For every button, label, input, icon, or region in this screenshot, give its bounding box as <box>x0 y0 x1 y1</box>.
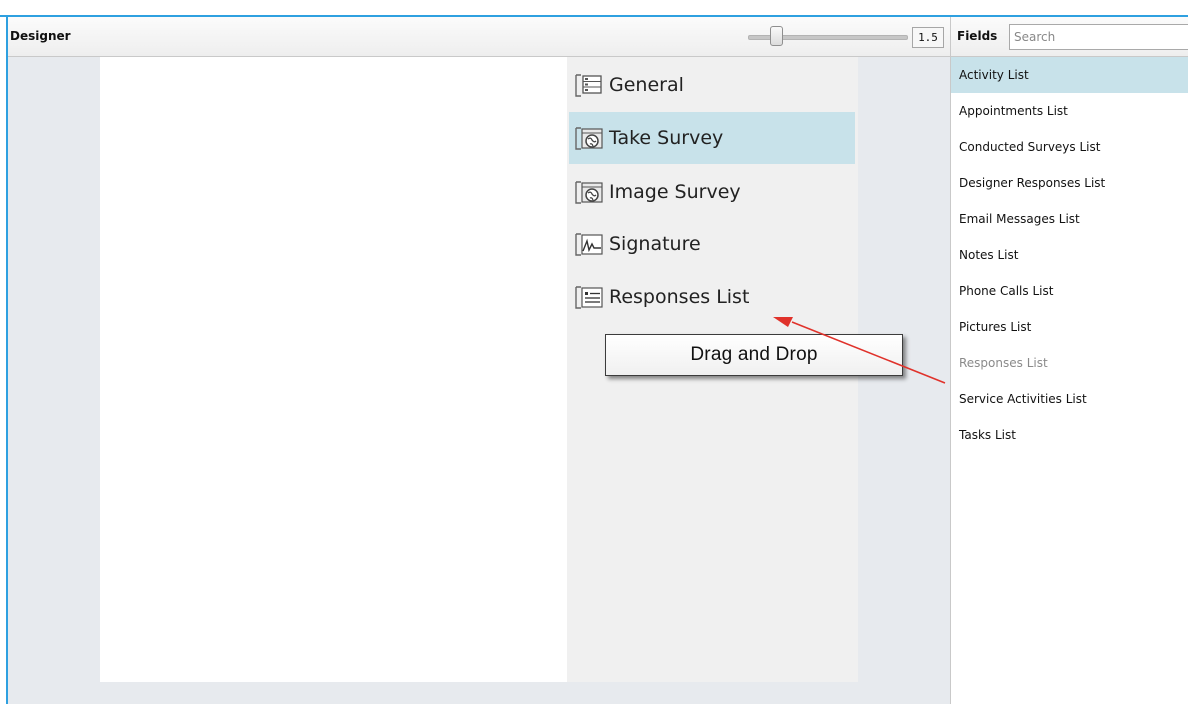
field-item-phone-calls-list[interactable]: Phone Calls List <box>951 273 1188 309</box>
fields-title: Fields <box>957 29 998 43</box>
field-item-appointments-list[interactable]: Appointments List <box>951 93 1188 129</box>
designer-header: Designer 1.5 <box>8 17 950 57</box>
form-canvas-page[interactable] <box>100 57 567 682</box>
control-label: General <box>609 74 684 96</box>
designer-title: Designer <box>10 29 71 43</box>
control-image-survey[interactable]: Image Survey <box>569 166 855 218</box>
signature-icon <box>573 231 605 257</box>
control-label: Signature <box>609 233 701 255</box>
control-responses-list[interactable]: Responses List <box>569 271 855 323</box>
designer-canvas: General Take Survey Image Survey Signatu… <box>8 57 950 704</box>
control-label: Image Survey <box>609 181 741 203</box>
control-label: Responses List <box>609 286 750 308</box>
field-item-email-messages-list[interactable]: Email Messages List <box>951 201 1188 237</box>
field-item-activity-list[interactable]: Activity List <box>951 57 1188 93</box>
zoom-value-box[interactable]: 1.5 <box>912 27 944 48</box>
field-item-responses-list: Responses List <box>959 356 1048 370</box>
control-take-survey[interactable]: Take Survey <box>569 112 855 164</box>
control-general[interactable]: General <box>569 59 855 111</box>
survey-globe-icon <box>573 125 605 151</box>
zoom-slider[interactable] <box>748 26 908 48</box>
list-icon <box>573 284 605 310</box>
fields-header: Fields <box>951 17 1188 57</box>
field-item-notes-list[interactable]: Notes List <box>951 237 1188 273</box>
field-item-designer-responses-list[interactable]: Designer Responses List <box>951 165 1188 201</box>
fields-panel: Fields Activity List Appointments List C… <box>950 17 1188 704</box>
fields-search-input[interactable] <box>1009 24 1188 50</box>
field-item-conducted-surveys-list[interactable]: Conducted Surveys List <box>951 129 1188 165</box>
control-signature[interactable]: Signature <box>569 218 855 270</box>
field-item-tasks-list[interactable]: Tasks List <box>951 417 1188 453</box>
field-item-service-activities-list[interactable]: Service Activities List <box>951 381 1188 417</box>
survey-globe-icon <box>573 179 605 205</box>
drag-and-drop-callout: Drag and Drop <box>605 334 903 376</box>
fields-list: Activity List Appointments List Conducte… <box>951 57 1188 453</box>
field-item-pictures-list[interactable]: Pictures List <box>951 309 1188 345</box>
general-form-icon <box>573 72 605 98</box>
control-label: Take Survey <box>609 127 724 149</box>
zoom-slider-thumb[interactable] <box>770 26 783 46</box>
